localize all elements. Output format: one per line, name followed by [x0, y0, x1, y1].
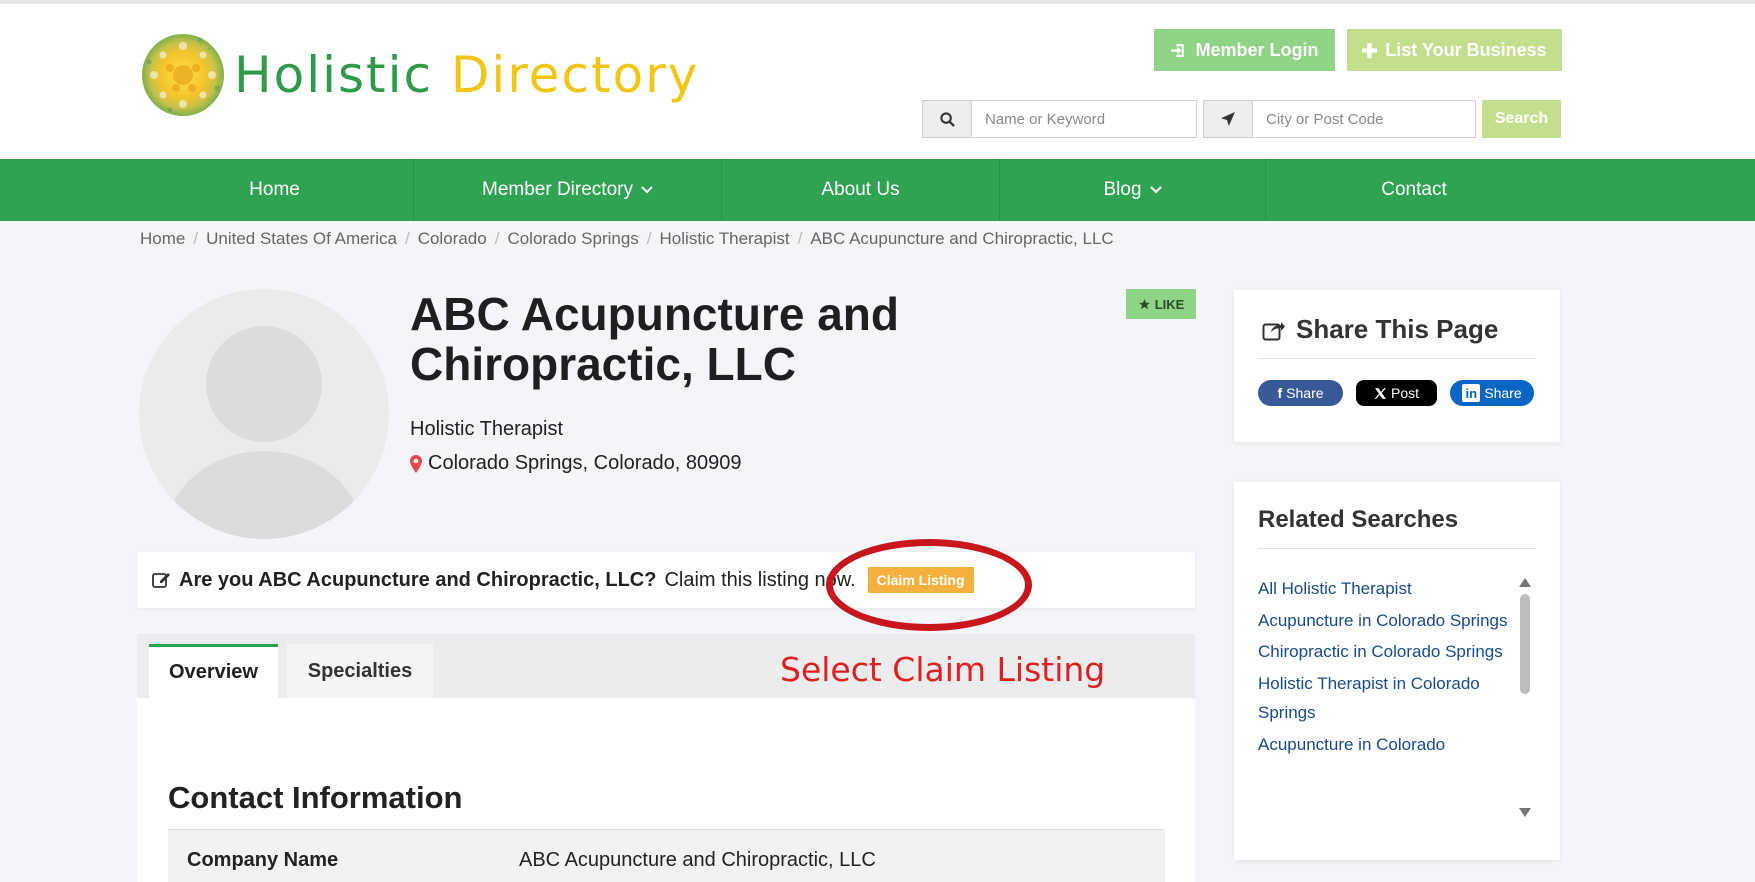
- facebook-share-label: Share: [1286, 385, 1324, 401]
- edit-icon: [152, 573, 170, 588]
- breadcrumb-city[interactable]: Colorado Springs: [507, 229, 638, 249]
- related-link[interactable]: Chiropractic in Colorado Springs: [1258, 637, 1508, 667]
- company-name-value: ABC Acupuncture and Chiropractic, LLC: [519, 849, 876, 871]
- star-icon: [1138, 298, 1150, 309]
- tab-specialties[interactable]: Specialties: [287, 644, 433, 698]
- claim-question: Are you ABC Acupuncture and Chiropractic…: [179, 568, 657, 591]
- member-login-button[interactable]: Member Login: [1154, 29, 1335, 71]
- facebook-icon: f: [1277, 385, 1283, 401]
- business-category: Holistic Therapist: [410, 418, 564, 440]
- linkedin-icon: in: [1462, 384, 1481, 402]
- location-text: Colorado Springs, Colorado, 80909: [428, 452, 742, 474]
- linkedin-share-button[interactable]: in Share: [1450, 380, 1534, 406]
- nav-item-member-directory[interactable]: Member Directory: [414, 159, 722, 221]
- select-claim-listing-annotation: Select Claim Listing: [780, 650, 1106, 689]
- nav-label: Blog: [1103, 179, 1142, 200]
- logo-word-holistic: Holistic: [234, 46, 434, 104]
- x-post-label: Post: [1390, 385, 1419, 401]
- x-post-button[interactable]: Post: [1356, 380, 1437, 406]
- breadcrumb: Home / United States Of America / Colorado…: [140, 229, 1114, 249]
- person-placeholder-icon: [164, 326, 364, 539]
- search-bar: Search: [0, 100, 1755, 138]
- nav-label: Member Directory: [482, 179, 633, 200]
- nav-item-contact[interactable]: Contact: [1266, 159, 1562, 221]
- search-icon-box: [922, 100, 972, 138]
- scrollbar-thumb[interactable]: [1520, 594, 1530, 694]
- scroll-up-arrow-icon[interactable]: [1519, 578, 1531, 587]
- table-row: Company Name ABC Acupuncture and Chiropr…: [168, 829, 1165, 882]
- keyword-search-input[interactable]: [972, 100, 1197, 138]
- related-link[interactable]: All Holistic Therapist: [1258, 574, 1508, 604]
- list-business-label: List Your Business: [1385, 39, 1547, 60]
- linkedin-share-label: Share: [1484, 385, 1522, 401]
- nav-label: Home: [249, 179, 300, 200]
- logo-word-directory: Directory: [450, 46, 700, 104]
- breadcrumb-category[interactable]: Holistic Therapist: [660, 229, 790, 249]
- highlight-circle-annotation: [826, 539, 1032, 631]
- share-title-text: Share This Page: [1296, 314, 1499, 344]
- claim-bar: Are you ABC Acupuncture and Chiropractic…: [137, 552, 1195, 608]
- like-button[interactable]: LIKE: [1126, 289, 1196, 319]
- main-nav: Home Member Directory About Us Blog Cont…: [0, 159, 1755, 221]
- share-card: Share This Page f Share Post in Share: [1234, 290, 1560, 442]
- avatar: [139, 289, 389, 539]
- like-label: LIKE: [1154, 296, 1185, 312]
- scroll-down-arrow-icon[interactable]: [1519, 808, 1531, 817]
- location-arrow-icon: [1221, 112, 1235, 126]
- breadcrumb-home[interactable]: Home: [140, 229, 185, 249]
- related-searches-list: All Holistic Therapist Acupuncture in Co…: [1258, 574, 1508, 761]
- member-login-label: Member Login: [1195, 39, 1319, 60]
- related-link[interactable]: Holistic Therapist in Colorado Springs: [1258, 669, 1508, 728]
- related-link[interactable]: Acupuncture in Colorado: [1258, 730, 1508, 760]
- site-header: Holistic Directory Member Login List You…: [0, 4, 1755, 159]
- breadcrumb-country[interactable]: United States Of America: [206, 229, 397, 249]
- nav-label: About Us: [821, 179, 900, 200]
- sign-in-icon: [1171, 43, 1185, 57]
- company-name-label: Company Name: [187, 849, 339, 871]
- business-location: Colorado Springs, Colorado, 80909: [410, 452, 742, 475]
- related-searches-card: Related Searches All Holistic Therapist …: [1234, 482, 1560, 860]
- facebook-share-button[interactable]: f Share: [1258, 380, 1343, 406]
- tab-overview[interactable]: Overview: [149, 644, 278, 698]
- breadcrumb-state[interactable]: Colorado: [418, 229, 487, 249]
- plus-icon: [1362, 42, 1378, 58]
- nav-item-blog[interactable]: Blog: [1000, 159, 1266, 221]
- search-icon: [939, 111, 955, 127]
- location-search-input[interactable]: [1253, 100, 1476, 138]
- nav-item-about-us[interactable]: About Us: [722, 159, 1000, 221]
- logo-wordmark: Holistic Directory: [234, 50, 699, 100]
- divider: [1258, 358, 1536, 359]
- location-icon-box: [1203, 100, 1253, 138]
- x-logo-icon: [1374, 387, 1386, 399]
- list-business-button[interactable]: List Your Business: [1347, 29, 1562, 71]
- related-searches-title: Related Searches: [1258, 506, 1459, 533]
- chevron-down-icon: [1149, 186, 1162, 194]
- business-title: ABC Acupuncture and Chiropractic, LLC: [410, 288, 899, 390]
- nav-item-home[interactable]: Home: [136, 159, 414, 221]
- contact-info-title: Contact Information: [168, 780, 463, 815]
- chevron-down-icon: [641, 186, 653, 194]
- breadcrumb-current: ABC Acupuncture and Chiropractic, LLC: [810, 229, 1114, 248]
- nav-label: Contact: [1381, 179, 1447, 200]
- divider: [1258, 548, 1536, 549]
- search-button[interactable]: Search: [1482, 100, 1561, 138]
- share-title: Share This Page: [1262, 314, 1498, 345]
- related-link[interactable]: Acupuncture in Colorado Springs: [1258, 606, 1508, 636]
- share-square-icon: [1262, 321, 1285, 340]
- map-marker-icon: [410, 454, 422, 473]
